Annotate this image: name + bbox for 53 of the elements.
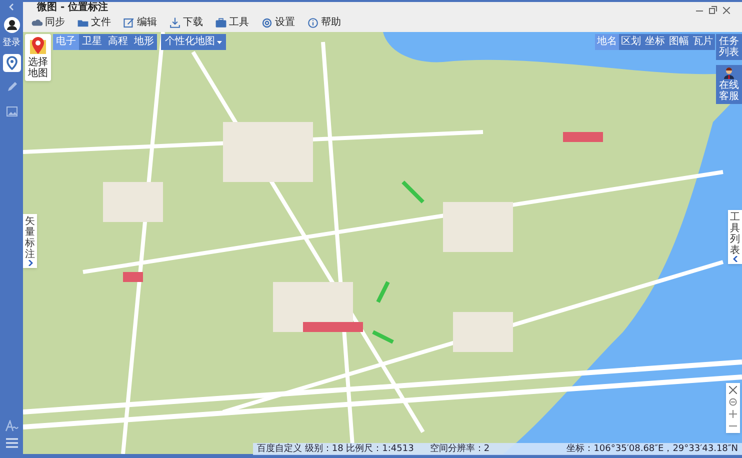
window-title: 微图 - 位置标注 bbox=[37, 3, 108, 13]
search-tab[interactable]: 地名 bbox=[595, 34, 619, 50]
map-marker-logo-icon bbox=[29, 36, 47, 56]
toolbar-button[interactable]: 编辑 bbox=[123, 17, 157, 29]
login-link[interactable]: 登录 bbox=[2, 39, 20, 48]
online-service-label: 在线客服 bbox=[719, 80, 739, 102]
cloud-icon bbox=[31, 17, 43, 29]
toolbar-button[interactable]: 设置 bbox=[261, 17, 295, 29]
search-tab[interactable]: 图幅 bbox=[667, 34, 691, 50]
map-type-tab[interactable]: 高程 bbox=[105, 34, 131, 50]
toolbar-button[interactable]: 同步 bbox=[31, 17, 65, 29]
toolbar-button[interactable]: 下载 bbox=[169, 17, 203, 29]
search-tab[interactable]: 坐标 bbox=[643, 34, 667, 50]
map-type-tab[interactable]: 电子 bbox=[53, 34, 79, 50]
sidebar-tool[interactable] bbox=[2, 54, 20, 72]
search-tab[interactable]: 瓦片 bbox=[691, 34, 715, 50]
tool-list-label: 工具列表 bbox=[730, 212, 740, 256]
toolbox-icon bbox=[215, 17, 227, 29]
signature-icon[interactable] bbox=[4, 420, 18, 432]
map-pin-icon bbox=[6, 56, 18, 70]
coordinates-text: 坐标：106°35′08.68″E，29°33′43.18″N bbox=[566, 444, 738, 454]
folder-icon bbox=[77, 17, 89, 29]
info-icon bbox=[307, 17, 319, 29]
toolbar-button[interactable]: 文件 bbox=[77, 17, 111, 29]
tool-list-tab[interactable]: 工具列表 bbox=[728, 210, 742, 264]
chevron-right-icon bbox=[28, 260, 32, 266]
caret-icon bbox=[217, 40, 222, 44]
restore-icon[interactable] bbox=[709, 6, 717, 14]
map-type-tab[interactable]: 卫星 bbox=[79, 34, 105, 50]
toolbar-button[interactable]: 帮助 bbox=[307, 17, 341, 29]
pencil-square-icon bbox=[123, 17, 135, 29]
online-service-button[interactable]: 在线客服 bbox=[716, 65, 742, 104]
menu-icon[interactable] bbox=[6, 438, 18, 448]
map-drawing[interactable] bbox=[23, 32, 742, 454]
task-list-button[interactable]: 任务列表 bbox=[716, 34, 742, 60]
vector-annotation-tab[interactable]: 矢量标注 bbox=[23, 214, 37, 268]
map-type-tab[interactable]: 地形 bbox=[131, 34, 157, 50]
chevron-left-icon bbox=[732, 256, 738, 262]
map-picker-label: 选择地图 bbox=[28, 57, 48, 79]
download-icon bbox=[169, 17, 181, 29]
resolution-text: 空间分辨率：2 bbox=[430, 444, 490, 454]
user-avatar-icon[interactable] bbox=[4, 17, 20, 33]
map-picker-card[interactable]: 选择地图 bbox=[25, 34, 51, 81]
search-tab[interactable]: 区划 bbox=[619, 34, 643, 50]
zoom-level-text: 百度自定义 级别：18 比例尺：1:4513 bbox=[257, 444, 414, 454]
agent-avatar-icon bbox=[723, 67, 735, 79]
image-icon bbox=[6, 106, 18, 116]
close-icon[interactable] bbox=[723, 6, 730, 14]
vector-annotation-label: 矢量标注 bbox=[25, 216, 35, 260]
pencil-icon bbox=[6, 81, 18, 93]
zoom-in-icon[interactable] bbox=[729, 410, 737, 418]
toolbar-button[interactable]: 工具 bbox=[215, 17, 249, 29]
custom-map-dropdown[interactable]: 个性化地图 bbox=[161, 34, 226, 50]
